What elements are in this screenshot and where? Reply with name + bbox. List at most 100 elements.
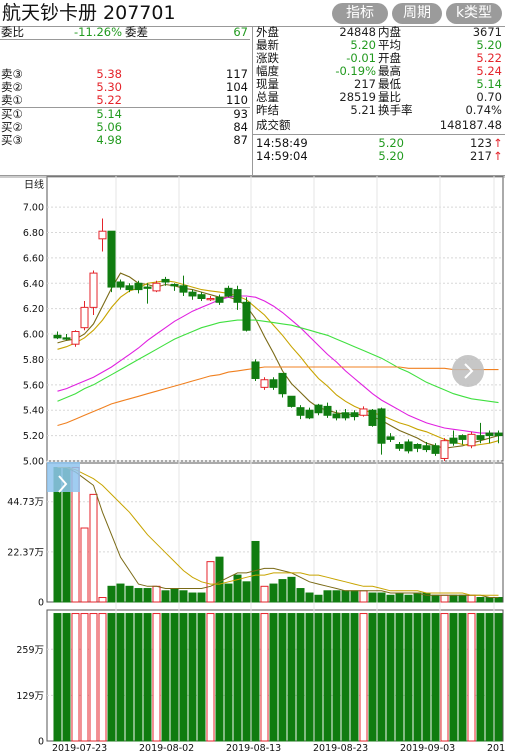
candle-body	[476, 435, 485, 440]
stat-value: 5.21	[350, 103, 376, 117]
candle-body	[314, 404, 323, 414]
candle-body	[224, 287, 233, 297]
oi-bar	[341, 613, 350, 742]
volume-bar	[476, 597, 485, 603]
candle-body	[161, 278, 170, 283]
oi-bar	[413, 613, 422, 742]
turnover-row: 成交额 148187.48	[254, 119, 504, 132]
candle-body	[215, 296, 224, 303]
oi-bar	[161, 613, 170, 742]
candle-body	[152, 282, 161, 292]
volume-bar	[80, 527, 89, 603]
oi-bar	[377, 613, 386, 742]
stat-label: 昨结	[256, 103, 279, 117]
volume-bar	[341, 590, 350, 603]
volume-tick-label: 22.37万	[7, 547, 44, 558]
volume-bar	[314, 594, 323, 603]
volume-bar	[440, 594, 449, 603]
candle-body	[404, 441, 413, 452]
oi-bar	[350, 613, 359, 742]
candle-body	[197, 294, 206, 299]
volume-bar	[359, 590, 368, 603]
ma-line-ma60	[57, 366, 499, 427]
candle-body	[350, 412, 359, 418]
oi-bar	[89, 613, 98, 742]
volume-bar	[278, 579, 287, 603]
candle-body	[341, 412, 350, 419]
price-tick-label: 6.80	[23, 228, 44, 239]
indicator-button[interactable]: 指标	[332, 3, 388, 24]
header-bar: 航天钞卡册 207701 指标 周期 k类型	[0, 0, 505, 26]
tick-row: 14:59:04 5.20 217 ↑	[254, 150, 504, 163]
volume-ma-line	[57, 467, 499, 598]
weicha-value: 67	[233, 25, 248, 39]
volume-bar	[386, 594, 395, 603]
period-button[interactable]: 周期	[392, 3, 442, 24]
candle-body	[422, 445, 431, 451]
oi-bar	[179, 613, 188, 742]
candle-body	[80, 306, 89, 329]
volume-bar	[116, 583, 125, 603]
ask-row[interactable]: 卖② 5.30 104	[0, 81, 250, 94]
weibi-divider	[0, 39, 250, 40]
candle-body	[62, 337, 71, 340]
oi-bar	[116, 613, 125, 742]
candle-body	[242, 301, 251, 331]
oi-bar	[188, 613, 197, 742]
oi-bar	[359, 613, 368, 742]
candle-body	[260, 379, 269, 388]
candle-body	[179, 285, 188, 293]
volume-bar	[224, 583, 233, 603]
instrument-title: 航天钞卡册 207701	[2, 2, 176, 24]
ask-row[interactable]: 卖① 5.22 110	[0, 94, 250, 107]
next-page-button	[452, 355, 484, 387]
ask-volume: 110	[226, 93, 248, 107]
volume-bar	[467, 594, 476, 603]
candle-body	[89, 272, 98, 308]
ask-row[interactable]: 卖③ 5.38 117	[0, 68, 250, 81]
oi-bar	[278, 613, 287, 742]
volume-bar	[170, 588, 179, 603]
price-tick-label: 5.00	[23, 457, 44, 468]
bid-row[interactable]: 买③ 4.98 87	[0, 134, 250, 147]
candle-body	[485, 432, 494, 437]
volume-bar	[215, 556, 224, 603]
volume-bar	[125, 585, 134, 603]
date-tick-label: 2019-08-23	[313, 743, 368, 754]
candle-body	[413, 443, 422, 449]
candle-body	[116, 281, 125, 288]
ma-line-ma20	[57, 295, 499, 434]
oi-bar	[287, 613, 296, 742]
price-tick-label: 5.20	[23, 431, 44, 442]
candle-body	[332, 413, 341, 419]
bid-row[interactable]: 买② 5.06 84	[0, 121, 250, 134]
kline-chart[interactable]: 日线 5.00 5.20 5.40 5.60 5.80 6.00 6.20 6.40 6.60 6.…	[0, 176, 505, 756]
candle-body	[170, 284, 179, 287]
oi-bar	[206, 613, 215, 742]
kline-chart-area[interactable]: 日线 5.00 5.20 5.40 5.60 5.80 6.00 6.20 6.40 6.60 6.…	[0, 176, 505, 756]
oi-bar	[368, 613, 377, 742]
volume-bar	[107, 585, 116, 603]
bid-row[interactable]: 买① 5.14 93	[0, 108, 250, 121]
price-tick-label: 6.20	[23, 304, 44, 315]
oi-bar	[314, 613, 323, 742]
volume-bar	[413, 592, 422, 603]
candle-body	[53, 334, 62, 339]
oi-bar	[422, 613, 431, 742]
quote-panel: 委比 -11.26% 委差 67 卖③ 5.38 117 卖② 5.30 104…	[0, 26, 505, 176]
oi-bar	[197, 613, 206, 742]
oi-bar	[458, 613, 467, 742]
volume-bar	[242, 581, 251, 603]
oi-tick-label: 0	[38, 737, 44, 748]
candle-body	[251, 361, 260, 379]
volume-bar	[449, 594, 458, 603]
ktype-button[interactable]: k类型	[446, 3, 502, 24]
candle-body	[323, 405, 332, 416]
oi-bar	[224, 613, 233, 742]
volume-panel-frame	[46, 462, 504, 603]
up-arrow-icon: ↑	[493, 149, 503, 163]
date-tick-label: 2019-07-23	[52, 743, 107, 754]
volume-tick-label: 44.73万	[7, 497, 44, 508]
candle-body	[296, 407, 305, 416]
candle-body	[395, 443, 404, 449]
